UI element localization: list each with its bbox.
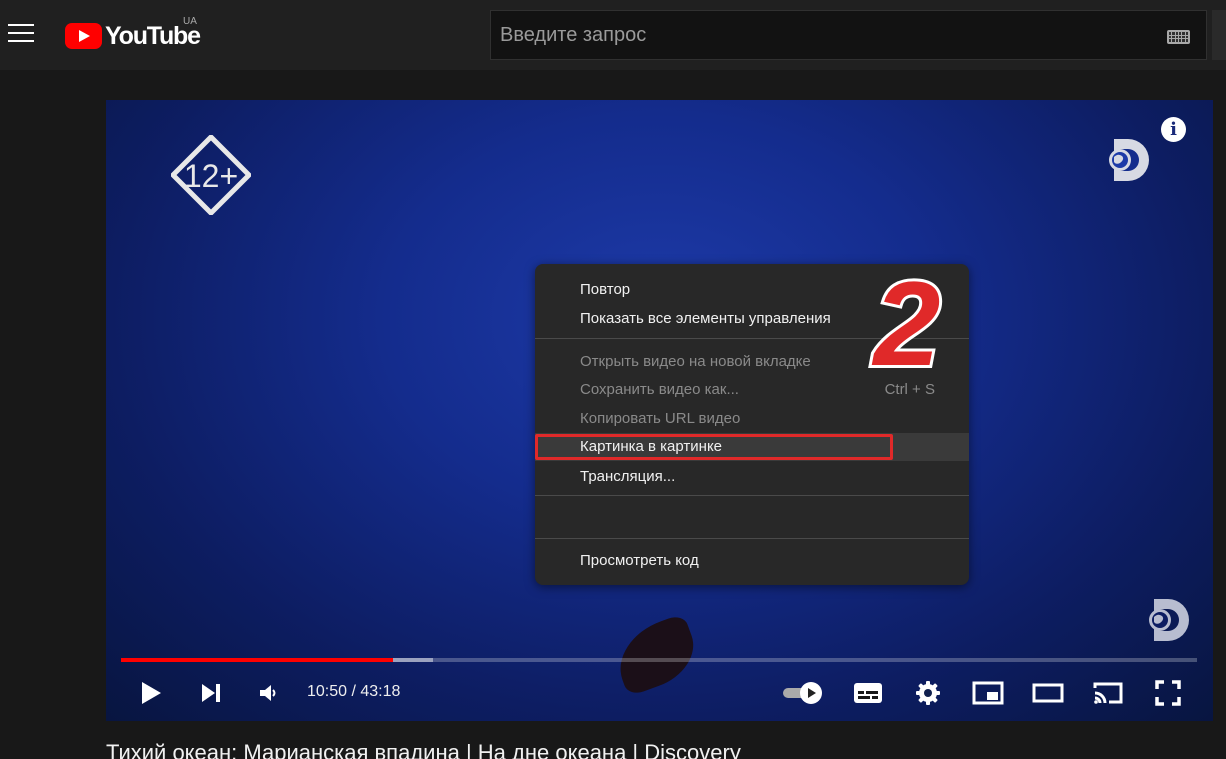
subtitles-button[interactable] (848, 670, 888, 715)
progress-played (121, 658, 393, 662)
menu-item-label: Трансляция... (580, 468, 676, 485)
menu-item-picture-in-picture[interactable]: Картинка в картинке (535, 433, 969, 461)
youtube-play-logo-icon (65, 23, 102, 49)
menu-item-label: Открыть видео на новой вкладке (580, 353, 811, 370)
menu-item-copy-url: Копировать URL видео (535, 405, 969, 433)
search-input[interactable] (491, 11, 1151, 59)
theater-mode-icon (1032, 683, 1064, 702)
region-code: UA (183, 16, 197, 27)
age-rating-badge: 12+ (171, 135, 251, 215)
cast-icon (1093, 682, 1123, 704)
cast-button[interactable] (1088, 670, 1128, 715)
menu-item-label: Сохранить видео как... (580, 381, 739, 398)
search-box (490, 10, 1207, 60)
skip-next-icon (202, 683, 220, 702)
search-button[interactable] (1212, 10, 1226, 60)
gear-icon (916, 680, 940, 705)
discovery-watermark-icon (1149, 599, 1189, 641)
menu-item-inspect[interactable]: Просмотреть код (535, 547, 969, 575)
menu-separator (535, 495, 969, 496)
menu-item-label: Копировать URL видео (580, 410, 741, 427)
fullscreen-button[interactable] (1148, 670, 1188, 715)
hamburger-menu-icon[interactable] (8, 24, 34, 44)
menu-item-cast[interactable]: Трансляция... (535, 463, 969, 491)
settings-button[interactable] (910, 670, 946, 715)
miniplayer-button[interactable] (968, 670, 1008, 715)
next-button[interactable] (194, 670, 228, 715)
play-icon (142, 681, 161, 704)
keyboard-icon[interactable] (1167, 30, 1190, 44)
play-button[interactable] (134, 670, 168, 715)
step-number-text: 2 (872, 257, 941, 387)
info-icon[interactable]: i (1161, 117, 1186, 142)
autoplay-toggle[interactable] (778, 670, 828, 715)
discovery-logo-icon (1109, 139, 1149, 181)
step-number-annotation: 2 (869, 257, 944, 387)
autoplay-toggle-icon (783, 681, 822, 704)
menu-separator (535, 538, 969, 539)
menu-item-label: Картинка в картинке (580, 438, 723, 455)
time-display: 10:50 / 43:18 (307, 683, 401, 700)
video-title[interactable]: Тихий океан: Марианская впадина | На дне… (106, 740, 741, 759)
subtitles-icon (854, 682, 882, 703)
menu-item-label: Просмотреть код (580, 552, 699, 569)
volume-button[interactable] (251, 670, 285, 715)
player-controls: 10:50 / 43:18 (106, 670, 1213, 715)
miniplayer-icon (972, 681, 1004, 704)
age-rating-text: 12+ (184, 158, 238, 194)
menu-item-label: Показать все элементы управления (580, 310, 831, 327)
volume-icon (260, 684, 276, 701)
theater-mode-button[interactable] (1028, 670, 1068, 715)
top-bar: YouTube UA (0, 0, 1226, 70)
menu-item-label: Повтор (580, 281, 631, 298)
youtube-logo[interactable]: YouTube UA (65, 16, 201, 50)
fullscreen-icon (1155, 679, 1181, 706)
progress-bar[interactable] (121, 658, 1197, 662)
